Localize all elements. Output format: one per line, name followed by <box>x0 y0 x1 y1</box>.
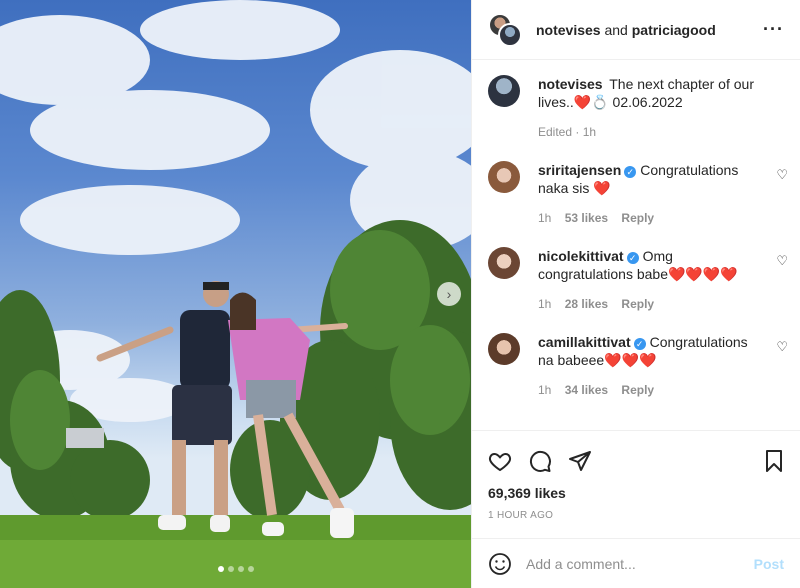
comment-meta: 1h 53 likes Reply <box>538 211 784 225</box>
post-actions: 69,369 likes 1 HOUR AGO Post <box>472 430 800 588</box>
share-send-icon[interactable] <box>568 449 592 473</box>
comment-text: sriritajensen ✓ Congratulations naka sis ❤… <box>538 161 784 197</box>
comment-username[interactable]: sriritajensen <box>538 162 621 178</box>
comment-likes[interactable]: 34 likes <box>565 383 608 397</box>
verified-badge-icon: ✓ <box>626 252 639 264</box>
post-time: 1 HOUR AGO <box>488 510 554 521</box>
avatar[interactable] <box>488 75 520 107</box>
comments-list: notevises The next chapter of our lives.… <box>472 61 800 429</box>
reply-button[interactable]: Reply <box>621 383 654 397</box>
collab-avatars[interactable] <box>488 12 522 47</box>
reply-button[interactable]: Reply <box>621 211 654 225</box>
verified-badge-icon: ✓ <box>624 166 637 178</box>
verified-badge-icon: ✓ <box>633 338 646 350</box>
post-authors: notevises and patriciagood <box>536 22 763 38</box>
comment-item: ♡ nicolekittivat ✓ Omg congratulations bab… <box>472 225 800 311</box>
comment-text: nicolekittivat ✓ Omg congratulations babe❤… <box>538 247 784 283</box>
add-comment-bar: Post <box>472 538 800 588</box>
author-username[interactable]: notevises <box>536 22 601 38</box>
bookmark-icon[interactable] <box>762 449 786 473</box>
chevron-right-icon: › <box>446 286 452 302</box>
comment-username[interactable]: camillakittivat <box>538 334 631 350</box>
post-header: notevises and patriciagood ··· <box>472 0 800 60</box>
comment-username[interactable]: nicolekittivat <box>538 248 624 264</box>
comment-likes[interactable]: 53 likes <box>565 211 608 225</box>
reply-button[interactable]: Reply <box>621 297 654 311</box>
avatar <box>498 22 522 47</box>
emoji-smiley-icon[interactable] <box>488 552 512 576</box>
comment-text: camillakittivat ✓ Congratulations na babee… <box>538 333 784 369</box>
comment-username[interactable]: notevises <box>538 76 603 92</box>
post-photo[interactable]: › <box>0 0 471 588</box>
caption-meta: Edited · 1h <box>538 125 784 139</box>
add-comment-input[interactable] <box>526 556 754 572</box>
comment-item: ♡ camillakittivat ✓ Congratulations na bab… <box>472 311 800 397</box>
carousel-dot <box>227 566 234 572</box>
like-comment-heart-icon[interactable]: ♡ <box>776 167 788 183</box>
carousel-dot <box>247 566 254 572</box>
avatar[interactable] <box>488 247 520 279</box>
post-side-panel: notevises and patriciagood ··· notevises… <box>471 0 800 588</box>
caption-text: notevises The next chapter of our lives.… <box>538 75 784 111</box>
comment-item: ♡ sriritajensen ✓ Congratulations naka sis… <box>472 139 800 225</box>
comment-time: 1h <box>538 297 552 311</box>
carousel-dot <box>237 566 244 572</box>
carousel-dot <box>217 566 224 572</box>
avatar[interactable] <box>488 161 520 193</box>
comment-likes[interactable]: 28 likes <box>565 297 608 311</box>
carousel-next-button[interactable]: › <box>437 282 461 306</box>
comment-time: 1h <box>538 383 552 397</box>
likes-count[interactable]: 69,369 likes <box>472 479 800 501</box>
post-comment-button[interactable]: Post <box>754 556 784 572</box>
action-bar <box>472 431 800 479</box>
authors-conjunction: and <box>604 21 628 38</box>
more-horizontal-icon[interactable]: ··· <box>763 19 784 40</box>
avatar[interactable] <box>488 333 520 365</box>
edited-time: Edited · 1h <box>538 125 597 139</box>
comment-meta: 1h 34 likes Reply <box>538 383 784 397</box>
like-comment-heart-icon[interactable]: ♡ <box>776 339 788 355</box>
caption: notevises The next chapter of our lives.… <box>472 61 800 139</box>
like-comment-heart-icon[interactable]: ♡ <box>776 253 788 269</box>
photo-scene <box>0 0 471 588</box>
author-username[interactable]: patriciagood <box>632 22 716 38</box>
like-heart-icon[interactable] <box>488 449 512 473</box>
carousel-dots <box>0 566 471 572</box>
comment-meta: 1h 28 likes Reply <box>538 297 784 311</box>
comment-time: 1h <box>538 211 552 225</box>
comment-bubble-icon[interactable] <box>528 449 552 473</box>
